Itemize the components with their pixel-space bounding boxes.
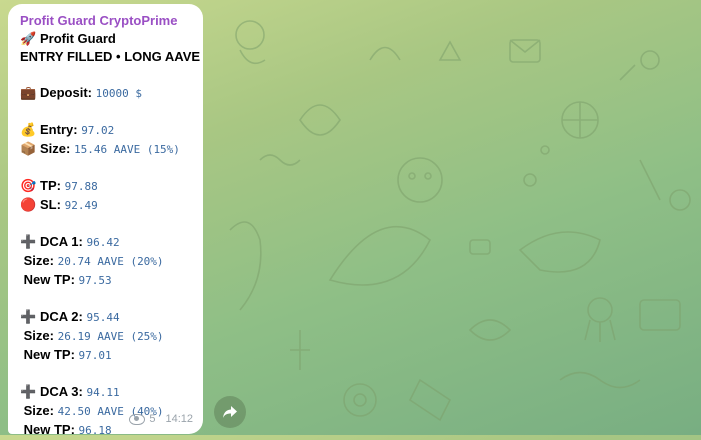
dca-newtp-value: 97.01 [78, 349, 112, 362]
eye-icon [129, 413, 146, 425]
message-meta: 5 14:12 [129, 410, 193, 428]
size-value: 15.46 AAVE (15%) [73, 143, 180, 156]
plus-icon: ➕ [20, 384, 37, 399]
size-label: Size: [40, 141, 71, 156]
entry-value: 97.02 [81, 124, 115, 137]
dca-value: 94.11 [86, 386, 120, 399]
package-icon: 📦 [20, 141, 37, 156]
status-line: ENTRY FILLED • LONG AAVE [20, 49, 201, 64]
dca-newtp-label: New TP: [23, 272, 75, 287]
deposit-row: 💼 Deposit: 10000 $ [20, 84, 193, 103]
dca-size-value: 20.74 AAVE (20%) [57, 255, 164, 268]
message-time: 14:12 [165, 413, 193, 425]
share-button[interactable] [214, 396, 246, 428]
dca-row: ➕ DCA 1: 96.42 [20, 233, 193, 252]
dca-newtp-label: New TP: [23, 347, 75, 362]
size-row: 📦 Size: 15.46 AAVE (15%) [20, 140, 193, 159]
sl-row: 🔴 SL: 92.49 [20, 196, 193, 215]
dca-value: 95.44 [86, 311, 120, 324]
tp-label: TP: [40, 178, 61, 193]
plus-icon: ➕ [20, 309, 37, 324]
deposit-value: 10000 $ [95, 87, 142, 100]
forward-icon [223, 406, 237, 418]
rocket-icon: 🚀 [20, 31, 37, 46]
dca-label: DCA 3: [40, 384, 83, 399]
sender-name[interactable]: Profit Guard CryptoPrime [20, 12, 193, 30]
dca-label: DCA 1: [40, 234, 83, 249]
dca-size-value: 26.19 AAVE (25%) [57, 330, 164, 343]
entry-row: 💰 Entry: 97.02 [20, 121, 193, 140]
plus-icon: ➕ [20, 234, 37, 249]
dca-size-label: Size: [23, 403, 54, 418]
dca-size-row: Size: 20.74 AAVE (20%) [20, 252, 193, 271]
dca-newtp-row: New TP: 97.53 [20, 271, 193, 290]
dca-newtp-value: 97.53 [78, 274, 112, 287]
entry-label: Entry: [40, 122, 78, 137]
title-text: Profit Guard [40, 31, 116, 46]
dca-label: DCA 2: [40, 309, 83, 324]
red-circle-icon: 🔴 [20, 197, 37, 212]
deposit-label: Deposit: [40, 85, 92, 100]
tp-row: 🎯 TP: 97.88 [20, 177, 193, 196]
message-title: 🚀 Profit Guard [20, 30, 193, 48]
sl-value: 92.49 [64, 199, 98, 212]
money-bag-icon: 💰 [20, 122, 37, 137]
dca-size-row: Size: 26.19 AAVE (25%) [20, 327, 193, 346]
dca-size-label: Size: [23, 253, 54, 268]
dca-newtp-value: 96.18 [78, 424, 112, 437]
dca-row: ➕ DCA 3: 94.11 [20, 383, 193, 402]
target-icon: 🎯 [20, 178, 37, 193]
dca-newtp-row: New TP: 97.01 [20, 346, 193, 365]
message-bubble: Profit Guard CryptoPrime 🚀 Profit Guard E… [8, 4, 203, 437]
dca-row: ➕ DCA 2: 95.44 [20, 308, 193, 327]
tp-value: 97.88 [64, 180, 98, 193]
dca-value: 96.42 [86, 236, 120, 249]
sl-label: SL: [40, 197, 61, 212]
briefcase-icon: 💼 [20, 85, 37, 100]
view-count: 5 [149, 413, 156, 425]
dca-size-label: Size: [23, 328, 54, 343]
